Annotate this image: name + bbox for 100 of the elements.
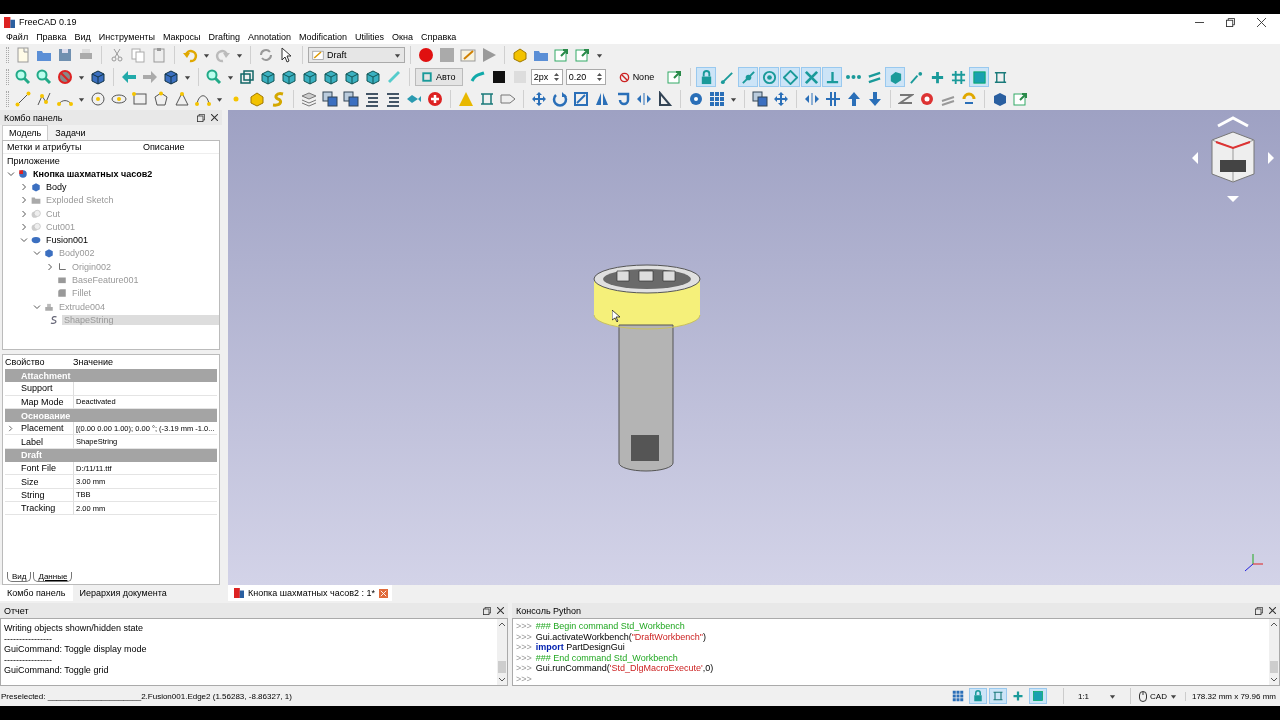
menu-item[interactable]: Файл bbox=[2, 32, 33, 42]
search-icon[interactable] bbox=[36, 69, 52, 85]
spinner-arrows-icon[interactable] bbox=[595, 71, 603, 83]
menu-item[interactable]: Utilities bbox=[351, 32, 389, 42]
cube-icon[interactable] bbox=[365, 69, 381, 85]
layers-icon[interactable] bbox=[301, 91, 317, 107]
target-button[interactable] bbox=[759, 67, 780, 87]
line-width-field[interactable]: 2px bbox=[530, 69, 563, 85]
menu-item[interactable]: Annotation bbox=[244, 32, 296, 42]
scale-icon[interactable] bbox=[573, 91, 589, 107]
midpoint-button[interactable] bbox=[738, 67, 759, 87]
up-chevron-icon[interactable] bbox=[498, 621, 506, 627]
chevron-icon[interactable] bbox=[20, 209, 28, 218]
chevron-icon[interactable] bbox=[7, 424, 14, 432]
list-icon[interactable] bbox=[364, 91, 380, 107]
close-icon[interactable] bbox=[497, 607, 504, 614]
restore-icon[interactable] bbox=[197, 113, 205, 122]
rotate-icon[interactable] bbox=[552, 91, 568, 107]
menu-item[interactable]: Справка bbox=[417, 32, 461, 42]
circle-icon[interactable] bbox=[90, 91, 106, 107]
up-chevron-icon[interactable] bbox=[1270, 621, 1278, 627]
tree-item[interactable]: Кнопка шахматных часов2 bbox=[31, 168, 155, 179]
chevron-icon[interactable] bbox=[20, 182, 28, 191]
menu-item[interactable]: Правка bbox=[32, 32, 71, 42]
chevron-icon[interactable] bbox=[20, 236, 28, 245]
menu-item[interactable]: Modification bbox=[295, 32, 352, 42]
chevron-icon[interactable] bbox=[7, 169, 15, 178]
cube-icon[interactable] bbox=[90, 69, 106, 85]
mirror-icon[interactable] bbox=[594, 91, 610, 107]
grid-icon[interactable] bbox=[709, 91, 725, 107]
lock-button[interactable] bbox=[696, 67, 717, 87]
pencil-icon[interactable] bbox=[460, 47, 476, 63]
clipboard-icon[interactable] bbox=[151, 47, 167, 63]
ellipse-icon[interactable] bbox=[111, 91, 127, 107]
cube-icon[interactable] bbox=[163, 69, 179, 85]
swatch-icon[interactable] bbox=[490, 69, 507, 85]
close-icon[interactable] bbox=[211, 114, 218, 121]
tree-item[interactable]: Fusion001 bbox=[44, 235, 91, 246]
perpendicular-button[interactable] bbox=[822, 67, 843, 87]
list-icon[interactable] bbox=[385, 91, 401, 107]
block-icon[interactable] bbox=[512, 47, 528, 63]
prohibited-icon[interactable] bbox=[57, 69, 73, 85]
tab[interactable]: Комбо панель bbox=[0, 585, 73, 601]
overlapping-squares-icon[interactable] bbox=[343, 91, 359, 107]
cube-icon[interactable] bbox=[260, 69, 276, 85]
move-arrows-icon[interactable] bbox=[531, 91, 547, 107]
polyline-icon[interactable] bbox=[36, 91, 52, 107]
tab[interactable]: Задачи bbox=[48, 125, 93, 140]
rotate-icon[interactable] bbox=[961, 91, 977, 107]
box-icon[interactable] bbox=[992, 91, 1008, 107]
down-chevron-icon[interactable] bbox=[498, 677, 506, 683]
wireframe-cube-icon[interactable] bbox=[239, 69, 255, 85]
navigation-style-button[interactable]: CAD bbox=[1131, 690, 1185, 702]
record-icon[interactable] bbox=[418, 47, 434, 63]
line-icon[interactable] bbox=[15, 91, 31, 107]
scrollbar[interactable] bbox=[1269, 619, 1279, 685]
down-chevron-icon[interactable] bbox=[1270, 677, 1278, 683]
chevron-icon[interactable] bbox=[33, 249, 41, 258]
vertical-bars-icon[interactable] bbox=[825, 91, 841, 107]
tab[interactable]: Иерархия документа bbox=[72, 585, 174, 601]
refresh-icon[interactable] bbox=[258, 47, 274, 63]
square-button[interactable] bbox=[969, 67, 990, 87]
text-size-field[interactable]: 0.20 bbox=[565, 69, 606, 85]
menu-item[interactable]: Drafting bbox=[204, 32, 244, 42]
navigation-cube-drawing[interactable] bbox=[1190, 116, 1276, 204]
export-icon[interactable] bbox=[667, 69, 684, 85]
dimension-button[interactable] bbox=[988, 688, 1007, 704]
triangle-icon[interactable] bbox=[174, 91, 190, 107]
chevron-icon[interactable] bbox=[20, 196, 28, 205]
up-arrow-icon[interactable] bbox=[846, 91, 862, 107]
restore-icon[interactable] bbox=[483, 606, 491, 615]
overlapping-squares-icon[interactable] bbox=[752, 91, 768, 107]
zigzag-icon[interactable] bbox=[898, 91, 914, 107]
rectangle-icon[interactable] bbox=[132, 91, 148, 107]
move-arrows-icon[interactable] bbox=[773, 91, 789, 107]
cube-icon[interactable] bbox=[323, 69, 339, 85]
export-icon[interactable] bbox=[554, 47, 570, 63]
snap-style-button[interactable]: None bbox=[614, 68, 659, 86]
block-icon[interactable] bbox=[249, 91, 265, 107]
restore-icon[interactable] bbox=[1255, 606, 1263, 615]
hook-icon[interactable] bbox=[615, 91, 631, 107]
menu-item[interactable]: Макросы bbox=[158, 32, 205, 42]
spinner-arrows-icon[interactable] bbox=[552, 71, 560, 83]
menu-item[interactable]: Инструменты bbox=[94, 32, 159, 42]
pentagon-icon[interactable] bbox=[153, 91, 169, 107]
menu-item[interactable]: Вид bbox=[70, 32, 95, 42]
cube-button[interactable] bbox=[885, 67, 906, 87]
restore-icon[interactable] bbox=[1226, 17, 1235, 27]
left-arrow-icon[interactable] bbox=[121, 69, 137, 85]
tag-icon[interactable] bbox=[500, 91, 516, 107]
construction-mode-button[interactable]: Авто bbox=[415, 68, 463, 86]
tab[interactable]: Модель bbox=[2, 125, 49, 140]
search-icon[interactable] bbox=[15, 69, 31, 85]
gear-icon[interactable] bbox=[919, 91, 935, 107]
cross-button[interactable] bbox=[801, 67, 822, 87]
horizontal-arrows-icon[interactable] bbox=[804, 91, 820, 107]
tree-item[interactable]: Body bbox=[44, 181, 69, 192]
scrollbar-thumb[interactable] bbox=[498, 661, 506, 673]
close-icon[interactable] bbox=[1257, 17, 1266, 27]
cube-icon[interactable] bbox=[344, 69, 360, 85]
